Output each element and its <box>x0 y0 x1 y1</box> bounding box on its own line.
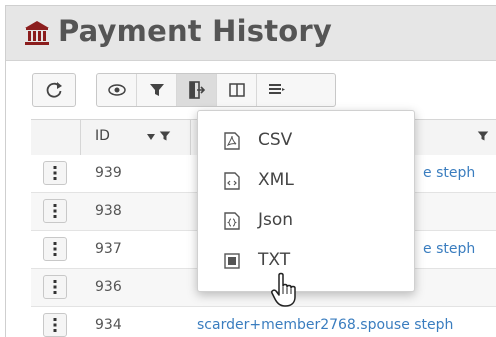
row-actions-button[interactable] <box>43 199 67 223</box>
code-file-icon <box>224 172 240 190</box>
export-json-label: Json <box>258 210 294 230</box>
list-button[interactable] <box>257 74 296 106</box>
eye-icon <box>107 84 126 96</box>
email-filter-icon[interactable] <box>477 130 489 142</box>
json-file-icon <box>224 212 240 230</box>
filter-button[interactable] <box>137 74 177 106</box>
sort-icon[interactable] <box>147 134 155 140</box>
export-button[interactable] <box>177 74 217 106</box>
hand-pointer-icon <box>271 272 296 307</box>
bank-icon <box>25 21 49 45</box>
row-email-link[interactable]: e steph <box>423 165 475 181</box>
list-icon <box>268 84 285 94</box>
table-row[interactable]: 934 scarder+member2768.spouse steph <box>31 307 496 337</box>
page-title: Payment History <box>58 14 333 48</box>
more-vertical-icon <box>53 166 57 180</box>
row-actions-button[interactable] <box>43 237 67 261</box>
export-dropdown-menu: CSV XML Json TXT <box>197 110 415 292</box>
row-id: 934 <box>95 317 122 333</box>
id-filter-icon[interactable] <box>159 130 171 142</box>
id-column-header: ID <box>95 128 110 144</box>
more-vertical-icon <box>53 318 57 332</box>
export-txt-item[interactable]: TXT <box>198 241 414 281</box>
header-actions-cell <box>31 120 81 156</box>
row-id: 936 <box>95 279 122 295</box>
view-button[interactable] <box>97 74 137 106</box>
export-csv-item[interactable]: CSV <box>198 121 414 161</box>
export-txt-label: TXT <box>258 250 291 270</box>
more-vertical-icon <box>53 280 57 294</box>
columns-icon <box>228 83 245 97</box>
columns-button[interactable] <box>217 74 257 106</box>
more-vertical-icon <box>53 242 57 256</box>
txt-file-icon <box>224 253 240 269</box>
row-id: 939 <box>95 165 122 181</box>
export-xml-label: XML <box>258 170 294 190</box>
export-csv-label: CSV <box>258 130 293 150</box>
row-actions-button[interactable] <box>43 275 67 299</box>
pdf-file-icon <box>224 132 240 150</box>
row-email-link[interactable]: e steph <box>423 241 475 257</box>
refresh-button[interactable] <box>32 73 76 107</box>
row-actions-button[interactable] <box>43 313 67 337</box>
filter-icon <box>149 84 164 96</box>
toolbar-button-group <box>96 73 336 107</box>
row-id: 937 <box>95 241 122 257</box>
title-bar: Payment History <box>6 6 496 61</box>
row-email-link[interactable]: scarder+member2768.spouse steph <box>197 317 453 333</box>
row-id: 938 <box>95 203 122 219</box>
more-vertical-icon <box>53 204 57 218</box>
export-json-item[interactable]: Json <box>198 201 414 241</box>
export-icon <box>188 81 205 99</box>
refresh-icon <box>46 82 62 98</box>
row-actions-button[interactable] <box>43 161 67 185</box>
export-xml-item[interactable]: XML <box>198 161 414 201</box>
